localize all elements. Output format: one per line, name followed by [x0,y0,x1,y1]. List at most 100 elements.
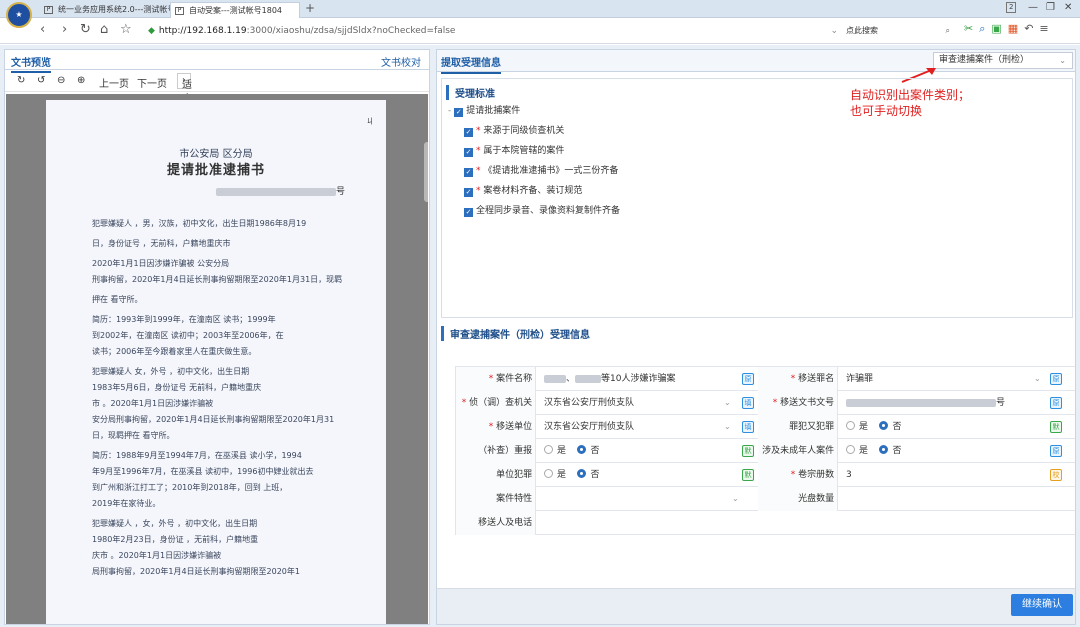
browser-tab-2[interactable]: P 自动受案---测试帐号1804 [170,2,300,18]
case-feature-label: 案件特性 [456,487,536,511]
document-line: 简历：1993年到1999年，在潼南区 读书；1999年 [92,315,276,324]
sender-unit-select[interactable]: 汉东省公安厅刑侦支队 ⌄ [536,415,748,439]
fit-page-button[interactable]: 适合页面 › [177,73,192,133]
criteria-item[interactable]: ✓ * 《提请批准逮捕书》一式三份齐备 [464,163,618,177]
tab-extract-info[interactable]: 提取受理信息 [441,54,501,74]
tag-original: 原 [1050,373,1062,385]
zoom-in-icon[interactable]: ⊕ [77,75,85,86]
continue-confirm-button[interactable]: 继续确认 [1011,594,1073,616]
prev-page-button[interactable]: 上一页 [99,75,129,90]
criteria-label: 来源于同级侦查机关 [483,126,565,136]
tree-root-item[interactable]: - ✓ 提请批捕案件 [448,103,520,117]
radio-yes[interactable] [544,445,553,454]
tab-count-badge[interactable]: 2 [1006,2,1017,13]
document-preview-panel: 文书预览 文书校对 ↻ ↺ ⊖ ⊕ 上一页 下一页 适合页面 › ㄐ 市公安局 … [4,49,430,625]
document-line: 读书；2006年至今跟着家里人在重庆做生意。 [92,347,257,356]
undo-icon[interactable]: ↶ [1024,22,1033,35]
criteria-label: 全程同步录音、录像资料复制件齐备 [476,206,621,216]
investigation-organ-label: * 侦（调）查机关 [456,391,536,415]
document-line: 犯罪嫌疑人 ，女，外号 ，初中文化，出生日期 [92,519,258,528]
criteria-item[interactable]: ✓ * 属于本院管辖的案件 [464,143,564,157]
document-line: 庆市 。2020年1月1日因涉嫌诈骗被 [92,551,222,560]
back-icon[interactable]: ‹ [40,22,45,37]
radio-yes[interactable] [846,421,855,430]
radio-no[interactable] [577,445,587,454]
shield-icon: ◆ [148,26,155,36]
case-type-select[interactable]: 审查逮捕案件（刑检） ⌄ [933,52,1073,69]
search-input[interactable]: 点此搜索 ⌕ [846,23,950,39]
criteria-label: 属于本院管辖的案件 [483,146,565,156]
app-body: 文书预览 文书校对 ↻ ↺ ⊖ ⊕ 上一页 下一页 适合页面 › ㄐ 市公安局 … [0,45,1080,627]
document-number-field[interactable]: 号 [838,391,1048,415]
rotate-left-icon[interactable]: ↺ [37,75,45,86]
charge-select[interactable]: 诈骗罪 ⌄ [838,367,1048,391]
rotate-right-icon[interactable]: ↻ [17,75,25,86]
recidivism-label: 罪犯又犯罪 [758,415,838,439]
chevron-down-icon: ⌄ [1059,56,1066,65]
emblem-logo: ★ [6,2,32,28]
close-icon[interactable]: ✕ [1064,2,1072,13]
forward-icon[interactable]: › [62,22,67,37]
apps-icon[interactable]: ▦ [1008,22,1018,35]
restore-icon[interactable]: ❐ [1046,2,1055,13]
criteria-item[interactable]: ✓ * 案卷材料齐备、装订规范 [464,183,582,197]
magnifier-icon[interactable]: ⌕ [979,22,985,35]
radio-no[interactable] [577,469,587,478]
case-name-field[interactable]: 、等10人涉嫌诈骗案 [536,367,748,391]
search-icon[interactable]: ⌕ [946,23,950,39]
recidivism-radio[interactable]: 是 否 [838,415,1048,439]
tag-original: 原 [1050,397,1062,409]
checkbox-checked-icon[interactable]: ✓ [464,208,473,217]
zoom-out-icon[interactable]: ⊖ [57,75,65,86]
radio-yes[interactable] [846,445,855,454]
document-line: 2019年在家待业。 [92,499,161,508]
browser-tab-1[interactable]: P 统一业务应用系统2.0---测试帐号 [40,2,170,18]
minor-case-label: 涉及未成年人案件 [758,439,838,463]
url-field[interactable]: ◆ http://192.168.1.19:3000/xiaoshu/zdsa/s… [148,23,838,39]
document-number-label: * 移送文书文号 [758,391,838,415]
extension-icon[interactable]: ▣ [991,22,1001,35]
criteria-label: 案卷材料齐备、装订规范 [483,186,583,196]
case-feature-select[interactable]: ⌄ [536,487,748,511]
radio-no[interactable] [879,445,889,454]
radio-yes[interactable] [544,469,553,478]
next-page-button[interactable]: 下一页 [137,75,167,90]
document-line: 日，身份证号 ，无前科，户籍地重庆市 [92,239,231,248]
checkbox-checked-icon[interactable]: ✓ [464,168,473,177]
document-line: 押在 看守所。 [92,295,143,304]
document-scrollbar[interactable] [424,142,428,202]
radio-no[interactable] [879,421,889,430]
tag-filled: 填 [742,421,754,433]
menu-icon[interactable]: ≡ [1039,22,1048,35]
volumes-field[interactable]: 3 [838,463,1048,487]
checkbox-checked-icon[interactable]: ✓ [464,128,473,137]
case-name-label: * 案件名称 [456,367,536,391]
investigation-organ-select[interactable]: 汉东省公安厅刑侦支队 ⌄ [536,391,748,415]
scissors-icon[interactable]: ✂ [964,22,973,35]
resubmit-label: （补查）重报 [456,439,536,463]
unit-crime-radio[interactable]: 是 否 [536,463,748,487]
criteria-item[interactable]: ✓ 全程同步录音、录像资料复制件齐备 [464,203,620,217]
document-proofread-link[interactable]: 文书校对 [381,54,421,69]
acceptance-criteria-section: 受理标准 - ✓ 提请批捕案件 ✓ * 来源于同级侦查机关 ✓ * 属于本院管辖的案件 ✓ *… [441,78,1073,318]
collapse-icon[interactable]: - [448,106,451,116]
resubmit-radio[interactable]: 是 否 [536,439,748,463]
home-icon[interactable]: ⌂ [100,22,108,37]
document-viewer[interactable]: ㄐ 市公安局 区分局 提请批准逮捕书 号 犯罪嫌疑人 ，男，汉族，初中文化，出生… [6,94,428,624]
new-tab-button[interactable]: + [305,1,315,15]
sender-phone-field[interactable] [536,511,1056,535]
page-icon: P [175,7,184,15]
criteria-item[interactable]: ✓ * 来源于同级侦查机关 [464,123,564,137]
minimize-icon[interactable]: — [1028,2,1038,13]
unit-crime-label: 单位犯罪 [456,463,536,487]
minor-case-radio[interactable]: 是 否 [838,439,1048,463]
chevron-down-icon[interactable]: ⌄ [830,23,838,39]
refresh-icon[interactable]: ↻ [80,22,91,37]
disc-count-field[interactable] [838,487,1048,511]
chevron-down-icon: ⌄ [724,422,731,431]
chevron-down-icon: ⌄ [724,398,731,407]
checkbox-checked-icon[interactable]: ✓ [464,148,473,157]
checkbox-checked-icon[interactable]: ✓ [454,108,464,117]
star-icon[interactable]: ☆ [120,22,132,37]
checkbox-checked-icon[interactable]: ✓ [464,188,473,197]
